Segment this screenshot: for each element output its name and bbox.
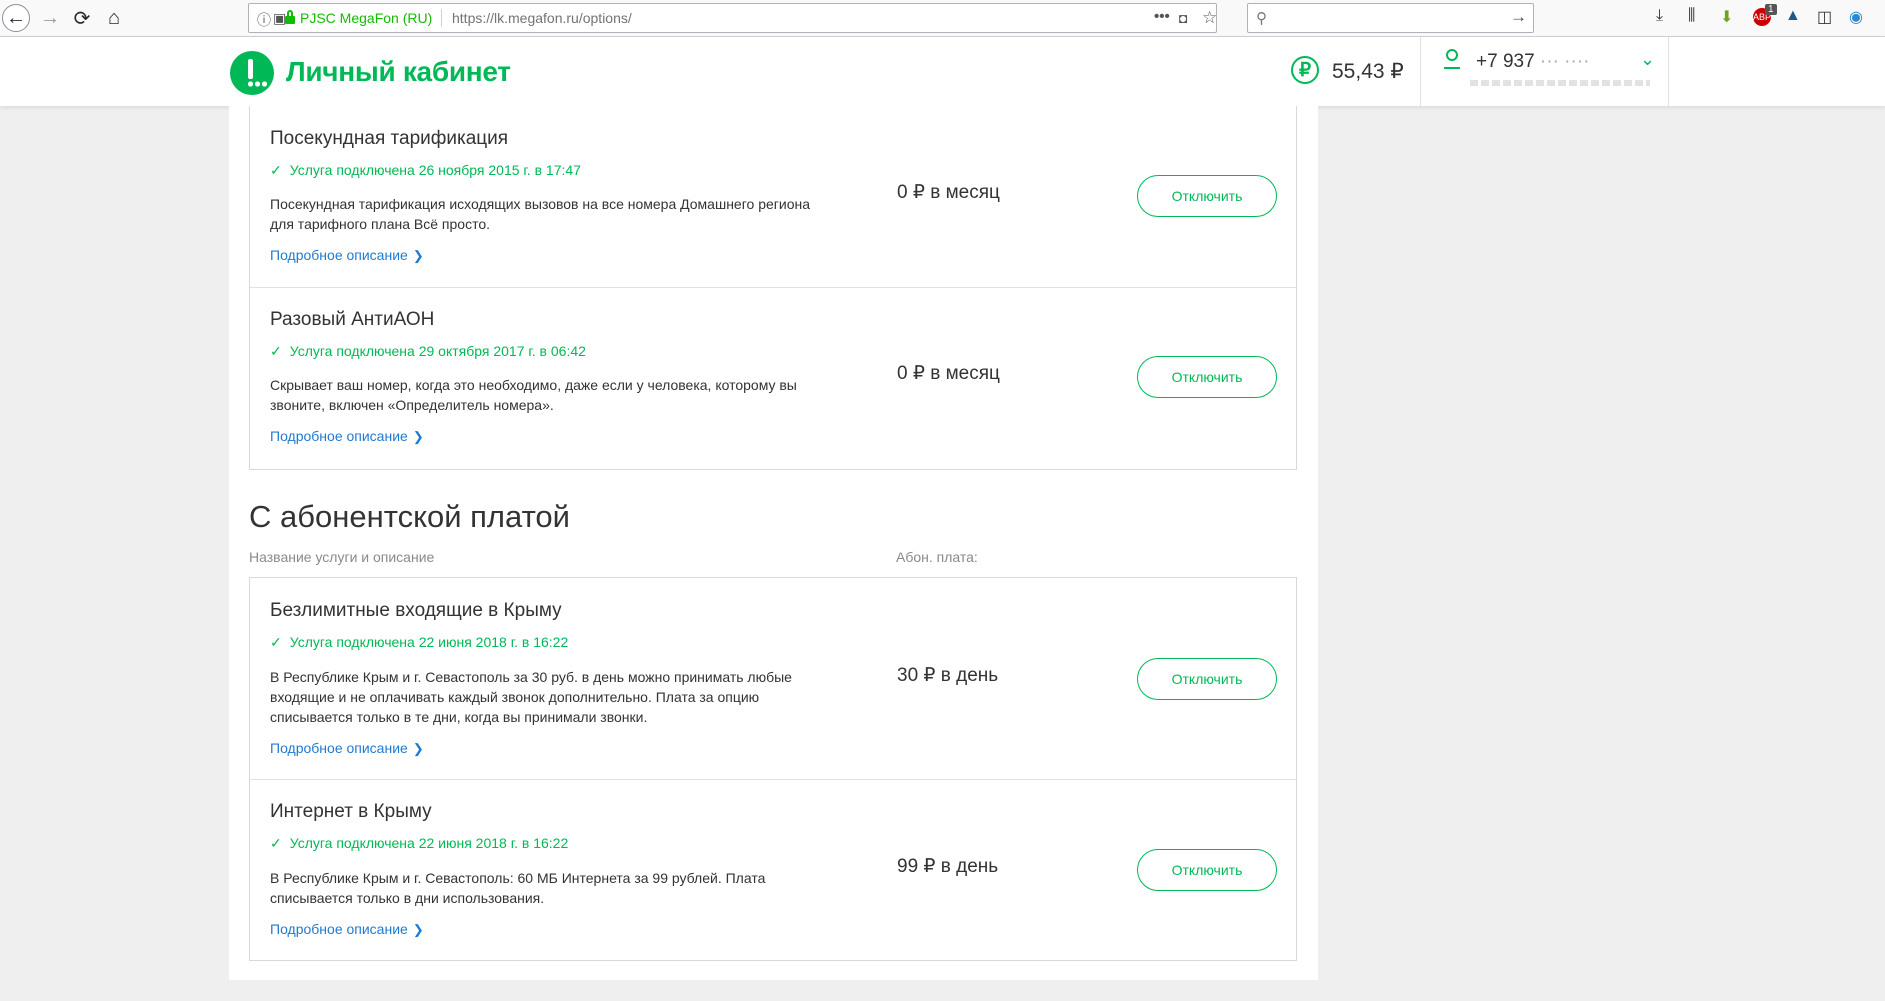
phone-number-masked: ··· ····	[1539, 51, 1590, 72]
paid-services-card: Безлимитные входящие в Крыму ✓ Услуга под…	[249, 577, 1297, 961]
service-price: 99 ₽ в день	[897, 856, 999, 877]
disable-service-button[interactable]: Отключить	[1137, 356, 1277, 398]
column-header-fee: Абон. плата:	[896, 549, 978, 565]
chevron-right-icon: ❯	[412, 922, 424, 937]
service-details-link-label: Подробное описание	[270, 428, 408, 444]
service-details-link-label: Подробное описание	[270, 247, 408, 263]
service-status: ✓ Услуга подключена 26 ноября 2015 г. в 1…	[270, 162, 581, 179]
header-divider	[1668, 37, 1669, 106]
url-separator	[441, 9, 442, 27]
service-details-link[interactable]: Подробное описание ❯	[270, 428, 424, 445]
bookmark-star-icon[interactable]: ☆	[1202, 8, 1217, 28]
service-status: ✓ Услуга подключена 22 июня 2018 г. в 16:…	[270, 634, 568, 651]
disable-service-button[interactable]: Отключить	[1137, 175, 1277, 217]
site-header: Личный кабинет ₽ 55,43 ₽ +7 937 ··· ····…	[0, 37, 1885, 106]
service-details-link[interactable]: Подробное описание ❯	[270, 740, 424, 757]
lock-icon	[285, 10, 295, 24]
chevron-right-icon: ❯	[412, 429, 424, 444]
phone-number[interactable]: +7 937 ··· ····	[1476, 51, 1590, 73]
service-price: 0 ₽ в месяц	[897, 363, 1000, 384]
page-actions-button[interactable]: •••	[1154, 8, 1170, 25]
service-description: В Республике Крым и г. Севастополь: 60 М…	[270, 870, 766, 906]
check-icon: ✓	[270, 162, 282, 178]
section-heading: С абонентской платой	[249, 499, 570, 534]
header-divider	[1420, 37, 1421, 106]
info-icon[interactable]: ⓘ	[257, 10, 271, 30]
search-bar[interactable]: ⚲ →	[1247, 3, 1534, 33]
adblock-badge: 1	[1765, 4, 1777, 15]
service-status: ✓ Услуга подключена 22 июня 2018 г. в 16:…	[270, 835, 568, 852]
user-icon	[1442, 48, 1462, 75]
ruble-icon: ₽	[1291, 56, 1319, 84]
service-details-link-label: Подробное описание	[270, 740, 408, 756]
disable-service-button[interactable]: Отключить	[1137, 658, 1277, 700]
service-description: В Республике Крым и г. Севастополь за 30…	[270, 669, 792, 725]
browser-toolbar: ← → ⟳ ⌂ ⓘ ▣ PJSC MegaFon (RU) https://lk…	[0, 0, 1885, 37]
service-price: 0 ₽ в месяц	[897, 182, 1000, 203]
addon-triangle-icon[interactable]: ▲	[1785, 7, 1801, 25]
library-icon[interactable]: ⫼	[1688, 7, 1695, 25]
chevron-down-icon[interactable]: ⌄	[1640, 49, 1655, 70]
chevron-right-icon: ❯	[412, 741, 424, 756]
account-name-obscured	[1470, 80, 1650, 86]
service-description: Посекундная тарификация исходящих вызово…	[270, 196, 810, 232]
service-details-link-label: Подробное описание	[270, 921, 408, 937]
service-title: Безлимитные входящие в Крыму	[270, 600, 562, 621]
service-price: 30 ₽ в день	[897, 665, 999, 686]
balance-value[interactable]: 55,43 ₽	[1332, 59, 1404, 84]
card-divider	[250, 287, 1296, 288]
url-text[interactable]: https://lk.megafon.ru/options/	[452, 4, 632, 32]
download-icon[interactable]: ⤓	[1656, 7, 1663, 25]
column-header-name: Название услуги и описание	[249, 549, 435, 565]
arrow-right-icon: →	[40, 6, 60, 29]
reload-button[interactable]: ⟳	[68, 4, 96, 32]
addon-globe-icon[interactable]: ◉	[1849, 7, 1863, 27]
service-status-text: Услуга подключена 22 июня 2018 г. в 16:2…	[289, 634, 569, 650]
service-status-text: Услуга подключена 29 октября 2017 г. в 0…	[289, 343, 586, 359]
forward-button[interactable]: →	[36, 4, 64, 32]
sidebar-icon[interactable]: ◫	[1817, 7, 1832, 27]
search-go-icon[interactable]: →	[1510, 7, 1527, 27]
service-details-link[interactable]: Подробное описание ❯	[270, 921, 424, 938]
back-button[interactable]: ←	[2, 4, 30, 32]
service-title: Интернет в Крыму	[270, 801, 432, 822]
chevron-right-icon: ❯	[412, 248, 424, 263]
downloader-addon-icon[interactable]: ⬇	[1720, 7, 1733, 27]
disable-service-button[interactable]: Отключить	[1137, 849, 1277, 891]
site-identity[interactable]: PJSC MegaFon (RU)	[285, 4, 432, 32]
service-status-text: Услуга подключена 22 июня 2018 г. в 16:2…	[289, 835, 569, 851]
service-status-text: Услуга подключена 26 ноября 2015 г. в 17…	[289, 162, 581, 178]
service-title: Разовый АнтиАОН	[270, 309, 435, 330]
pocket-icon[interactable]: ◘	[1179, 10, 1187, 26]
check-icon: ✓	[270, 835, 282, 851]
free-services-card: Посекундная тарификация ✓ Услуга подключе…	[249, 106, 1297, 470]
service-description: Скрывает ваш номер, когда это необходимо…	[270, 377, 797, 413]
card-divider	[250, 779, 1296, 780]
service-status: ✓ Услуга подключена 29 октября 2017 г. в …	[270, 343, 586, 360]
reload-icon: ⟳	[73, 7, 91, 30]
site-identity-label: PJSC MegaFon (RU)	[300, 10, 433, 26]
page-title[interactable]: Личный кабинет	[286, 56, 511, 88]
address-bar[interactable]: ⓘ ▣ PJSC MegaFon (RU) https://lk.megafon…	[248, 3, 1217, 33]
service-details-link[interactable]: Подробное описание ❯	[270, 247, 424, 264]
home-icon: ⌂	[107, 6, 121, 29]
check-icon: ✓	[270, 343, 282, 359]
search-icon: ⚲	[1256, 10, 1267, 27]
megafon-logo-icon[interactable]	[230, 51, 274, 95]
check-icon: ✓	[270, 634, 282, 650]
arrow-left-icon: ←	[6, 6, 26, 29]
home-button[interactable]: ⌂	[100, 4, 128, 32]
service-title: Посекундная тарификация	[270, 128, 509, 149]
phone-number-prefix: +7 937	[1476, 51, 1540, 72]
